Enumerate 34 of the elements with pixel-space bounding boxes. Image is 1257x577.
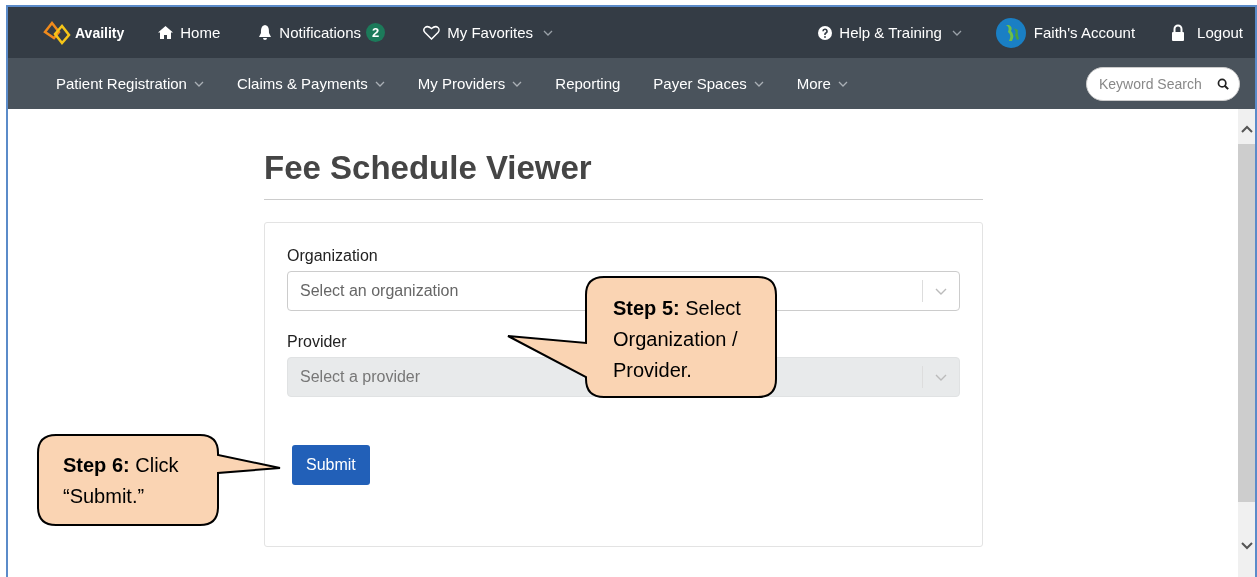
- top-nav-link[interactable]: My Favorites: [423, 24, 554, 41]
- search-field[interactable]: Keyword Search: [1086, 66, 1240, 101]
- nav-menu-item[interactable]: Payer Spaces: [653, 75, 764, 92]
- help-icon: [818, 25, 833, 40]
- scrollbar-thumb[interactable]: [1238, 144, 1255, 502]
- notification-badge: 2: [366, 23, 386, 42]
- field-label: Organization: [287, 247, 378, 265]
- avatar-icon: [995, 17, 1026, 48]
- heart-icon: [423, 25, 441, 40]
- top-nav-link[interactable]: Logout: [1171, 24, 1243, 41]
- chevron-down-icon: [935, 373, 947, 381]
- logo[interactable]: Availity: [42, 19, 125, 46]
- top-nav-link[interactable]: Help & Training: [818, 24, 962, 41]
- top-nav-link[interactable]: Notifications 2: [258, 23, 386, 42]
- nav-menu-item[interactable]: Claims & Payments: [236, 75, 385, 92]
- page-title: Fee Schedule Viewer: [264, 149, 983, 200]
- submit-button[interactable]: Submit: [292, 445, 370, 485]
- search-icon: [1217, 76, 1229, 91]
- nav-menu-item[interactable]: Reporting: [555, 75, 621, 92]
- chevron-down-icon: [935, 287, 947, 295]
- scrollbar[interactable]: [1238, 109, 1255, 577]
- callout-text: Step 6: Click “Submit.”: [63, 453, 180, 509]
- scroll-down-icon[interactable]: [1240, 542, 1253, 550]
- lock-icon: [1171, 24, 1186, 41]
- top-nav-link[interactable]: Faith's Account: [995, 17, 1136, 48]
- bell-icon: [258, 24, 273, 41]
- field-label: Provider: [287, 333, 347, 351]
- logo-icon: [42, 19, 72, 46]
- top-nav-link[interactable]: Home: [158, 24, 221, 41]
- nav-menu-item[interactable]: More: [796, 75, 848, 92]
- nav-menu-item[interactable]: Patient Registration: [56, 75, 204, 92]
- home-icon: [158, 26, 174, 39]
- nav-menu-item[interactable]: My Providers: [417, 75, 523, 92]
- scroll-up-icon[interactable]: [1240, 125, 1253, 133]
